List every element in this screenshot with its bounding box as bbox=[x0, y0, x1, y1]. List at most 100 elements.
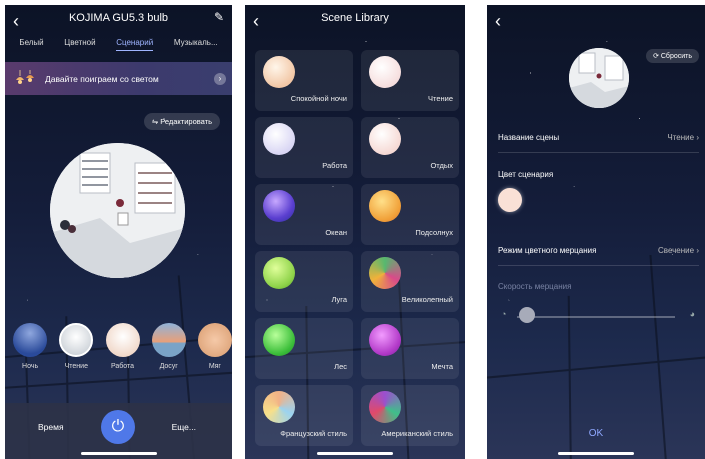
scene-swatch bbox=[263, 123, 295, 155]
scene-swatch bbox=[369, 257, 401, 289]
scene-card[interactable]: Французский стиль bbox=[255, 385, 353, 446]
scene-swatch bbox=[263, 56, 295, 88]
flicker-speed-label: Скорость мерцания bbox=[498, 282, 572, 291]
scene-card-label: Отдых bbox=[430, 161, 453, 170]
scene-label: Чтение bbox=[64, 363, 88, 370]
flicker-speed-slider[interactable] bbox=[517, 316, 675, 318]
scene-name-value: Чтение › bbox=[667, 133, 699, 142]
scene-card[interactable]: Лес bbox=[255, 318, 353, 379]
scene-card-label: Американский стиль bbox=[381, 429, 453, 438]
device-title: KOJIMA GU5.3 bulb bbox=[68, 12, 169, 24]
scene-card[interactable]: Великолепный bbox=[361, 251, 459, 312]
scene-color-swatch[interactable] bbox=[498, 188, 522, 212]
slow-speed-icon: ◔ bbox=[501, 309, 507, 319]
home-indicator bbox=[317, 452, 393, 455]
scene-card[interactable]: Работа bbox=[255, 117, 353, 178]
scene-item-night[interactable]: Ночь bbox=[13, 323, 48, 370]
promo-banner[interactable]: Давайте поиграем со светом › bbox=[5, 62, 232, 95]
tab-color[interactable]: Цветной bbox=[64, 38, 95, 51]
scene-card[interactable]: Луга bbox=[255, 251, 353, 312]
scene-item-reading[interactable]: Чтение bbox=[59, 323, 94, 370]
scene-card[interactable]: Подсолнух bbox=[361, 184, 459, 245]
scene-swatch bbox=[13, 323, 48, 357]
scene-screen: ‹ KOJIMA GU5.3 bulb ✎ Белый Цветной Сцен… bbox=[5, 5, 232, 459]
scene-card[interactable]: Мечта bbox=[361, 318, 459, 379]
scene-library-screen: ‹ Scene Library Спокойной ночи Чтение Ра… bbox=[245, 5, 465, 459]
scene-card[interactable]: Чтение bbox=[361, 50, 459, 111]
scene-card-label: Великолепный bbox=[401, 295, 453, 304]
scene-swatch bbox=[263, 190, 295, 222]
scene-card-label: Французский стиль bbox=[280, 429, 347, 438]
scene-card-label: Спокойной ночи bbox=[290, 94, 347, 103]
scene-card-label: Подсолнух bbox=[415, 228, 453, 237]
scene-color-label: Цвет сценария bbox=[498, 170, 554, 179]
scene-swatch bbox=[59, 323, 94, 357]
timer-button[interactable]: Время bbox=[38, 422, 64, 432]
scene-label: Досуг bbox=[159, 363, 178, 370]
slider-thumb[interactable] bbox=[519, 307, 535, 323]
pencil-icon[interactable]: ✎ bbox=[214, 10, 224, 24]
scene-name-label: Название сцены bbox=[498, 133, 560, 142]
back-button[interactable]: ‹ bbox=[495, 11, 501, 32]
scene-swatch bbox=[105, 323, 140, 357]
ok-button[interactable]: OK bbox=[487, 428, 705, 439]
scene-card-label: Лес bbox=[334, 362, 347, 371]
flicker-mode-text: Свечение bbox=[658, 246, 695, 255]
scene-item-work[interactable]: Работа bbox=[105, 323, 140, 370]
scene-swatch bbox=[369, 56, 401, 88]
scene-swatch bbox=[263, 324, 295, 356]
scene-card-label: Океан bbox=[325, 228, 347, 237]
library-title: Scene Library bbox=[321, 12, 389, 24]
scene-swatch bbox=[369, 123, 401, 155]
scene-card[interactable]: Спокойной ночи bbox=[255, 50, 353, 111]
home-indicator bbox=[81, 452, 157, 455]
scene-label: Мяг bbox=[208, 363, 221, 370]
reset-button[interactable]: ⟳ Сбросить bbox=[646, 49, 699, 63]
scene-card[interactable]: Отдых bbox=[361, 117, 459, 178]
tab-music[interactable]: Музыкаль... bbox=[174, 38, 218, 51]
scene-edit-screen: ‹ ⟳ Сбросить Название сцены Чтение › Цве… bbox=[487, 5, 705, 459]
scene-swatch bbox=[369, 324, 401, 356]
scene-swatch bbox=[369, 391, 401, 423]
scene-name-row[interactable]: Название сцены Чтение › bbox=[498, 133, 699, 153]
scene-card-label: Луга bbox=[331, 295, 348, 304]
flicker-mode-value: Свечение › bbox=[658, 246, 699, 255]
edit-button[interactable]: ⇋ Редактировать bbox=[143, 113, 220, 130]
chevron-right-icon: › bbox=[214, 73, 226, 85]
scene-label: Работа bbox=[110, 363, 135, 370]
scene-carousel: Ночь Чтение Работа Досуг Мяг bbox=[13, 323, 232, 370]
scene-label: Ночь bbox=[22, 363, 39, 370]
scene-card-label: Мечта bbox=[431, 362, 453, 371]
power-icon[interactable]: ⏻ bbox=[101, 410, 135, 444]
scene-item-soft[interactable]: Мяг bbox=[197, 323, 232, 370]
scene-thumbnail bbox=[569, 48, 629, 108]
edit-button-label: Редактировать bbox=[160, 117, 212, 126]
scene-card-label: Чтение bbox=[427, 94, 453, 103]
banner-text: Давайте поиграем со светом bbox=[45, 73, 159, 84]
flicker-mode-row[interactable]: Режим цветного мерцания Свечение › bbox=[498, 246, 699, 266]
bottom-bar: Время ⏻ Еще... bbox=[5, 403, 232, 459]
mode-tabs: Белый Цветной Сценарий Музыкаль... bbox=[5, 38, 232, 51]
scene-card[interactable]: Американский стиль bbox=[361, 385, 459, 446]
tab-white[interactable]: Белый bbox=[19, 38, 43, 51]
scene-name-text: Чтение bbox=[667, 133, 695, 142]
scene-swatch bbox=[263, 257, 295, 289]
scene-grid: Спокойной ночи Чтение Работа Отдых Океан… bbox=[255, 50, 459, 446]
scene-swatch bbox=[369, 190, 401, 222]
lamps-icon bbox=[16, 70, 34, 84]
scene-swatch bbox=[197, 323, 232, 357]
scene-card[interactable]: Океан bbox=[255, 184, 353, 245]
tab-scenario[interactable]: Сценарий bbox=[116, 38, 154, 51]
chevron-right-icon: › bbox=[696, 133, 699, 142]
scene-preview-image bbox=[50, 143, 185, 278]
flicker-mode-label: Режим цветного мерцания bbox=[498, 246, 597, 255]
chevron-right-icon: › bbox=[696, 246, 699, 255]
more-button[interactable]: Еще... bbox=[172, 422, 196, 432]
reset-button-label: Сбросить bbox=[660, 53, 692, 60]
scene-item-leisure[interactable]: Досуг bbox=[151, 323, 186, 370]
scene-color-row: Цвет сценария bbox=[498, 170, 699, 189]
scene-swatch bbox=[263, 391, 295, 423]
scene-card-label: Работа bbox=[322, 161, 347, 170]
home-indicator bbox=[558, 452, 634, 455]
scene-swatch bbox=[151, 323, 186, 357]
